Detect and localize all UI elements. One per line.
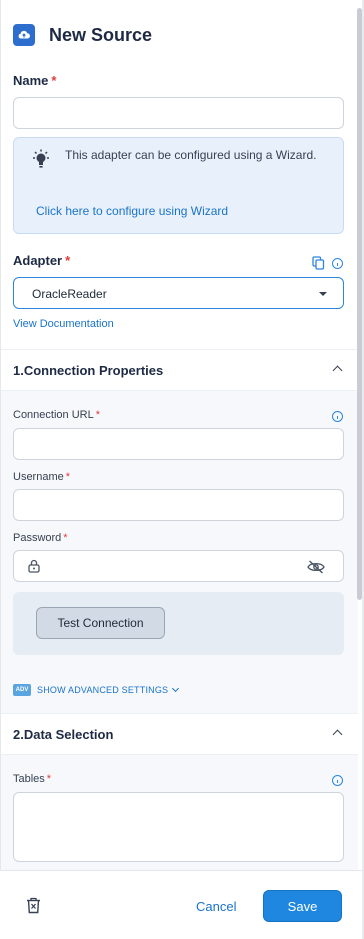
lightbulb-icon <box>31 149 51 176</box>
tables-label-text: Tables <box>13 773 45 785</box>
chevron-down-icon <box>172 684 180 693</box>
wizard-description: This adapter can be configured using a W… <box>65 148 317 162</box>
trash-icon[interactable] <box>26 897 41 919</box>
test-connection-button[interactable]: Test Connection <box>36 607 165 639</box>
connection-url-info-icon[interactable] <box>332 411 343 422</box>
required-marker: * <box>46 773 52 785</box>
page-title: New Source <box>49 24 153 45</box>
cloud-upload-icon <box>13 24 35 46</box>
username-label: Username * <box>13 471 70 483</box>
tables-label: Tables * <box>13 773 51 785</box>
name-label-text: Name <box>13 73 49 88</box>
name-input[interactable] <box>13 97 344 129</box>
required-marker: * <box>65 253 71 268</box>
username-input[interactable] <box>13 489 344 521</box>
lock-icon <box>28 559 40 578</box>
tables-input[interactable] <box>13 792 344 862</box>
panel-footer: Cancel Save <box>0 870 362 939</box>
adapter-label-text: Adapter <box>13 253 63 268</box>
password-input[interactable] <box>13 550 344 582</box>
view-documentation-link[interactable]: View Documentation <box>13 318 114 330</box>
section-title: 2.Data Selection <box>13 727 114 742</box>
section-title: 1.Connection Properties <box>13 363 164 378</box>
required-marker: * <box>95 409 100 421</box>
copy-icon[interactable] <box>312 256 325 275</box>
name-label: Name * <box>13 73 56 88</box>
adapter-selected-value: OracleReader <box>32 287 107 301</box>
cancel-button[interactable]: Cancel <box>196 899 236 914</box>
adapter-label: Adapter * <box>13 253 70 268</box>
connection-url-label: Connection URL * <box>13 409 100 421</box>
new-source-panel: New Source Name * This adapter can be con… <box>0 0 358 870</box>
wizard-info-box: This adapter can be configured using a W… <box>13 137 344 234</box>
adapter-select[interactable]: OracleReader <box>13 277 344 309</box>
tables-info-icon[interactable] <box>332 775 343 786</box>
eye-off-icon[interactable] <box>307 560 325 579</box>
data-selection-header[interactable]: 2.Data Selection <box>1 713 358 755</box>
adapter-info-icon[interactable] <box>332 258 343 269</box>
password-label-text: Password <box>13 532 62 544</box>
adv-badge-icon: ADV <box>13 684 31 696</box>
test-connection-area: Test Connection <box>13 592 344 655</box>
required-marker: * <box>65 471 71 483</box>
chevron-up-icon[interactable] <box>332 729 343 740</box>
panel-header: New Source <box>13 24 152 46</box>
caret-down-icon <box>319 292 327 296</box>
connection-properties-header[interactable]: 1.Connection Properties <box>1 349 358 391</box>
chevron-up-icon[interactable] <box>332 365 343 376</box>
required-marker: * <box>63 532 68 544</box>
password-label: Password * <box>13 532 68 544</box>
required-marker: * <box>51 73 57 88</box>
save-button[interactable]: Save <box>263 890 342 922</box>
show-advanced-settings-toggle[interactable]: ADV SHOW ADVANCED SETTINGS <box>13 684 180 696</box>
connection-url-label-text: Connection URL <box>13 409 94 421</box>
advanced-settings-label: SHOW ADVANCED SETTINGS <box>37 685 169 695</box>
configure-wizard-link[interactable]: Click here to configure using Wizard <box>36 204 228 218</box>
username-label-text: Username <box>13 471 64 483</box>
connection-url-input[interactable] <box>13 428 344 460</box>
